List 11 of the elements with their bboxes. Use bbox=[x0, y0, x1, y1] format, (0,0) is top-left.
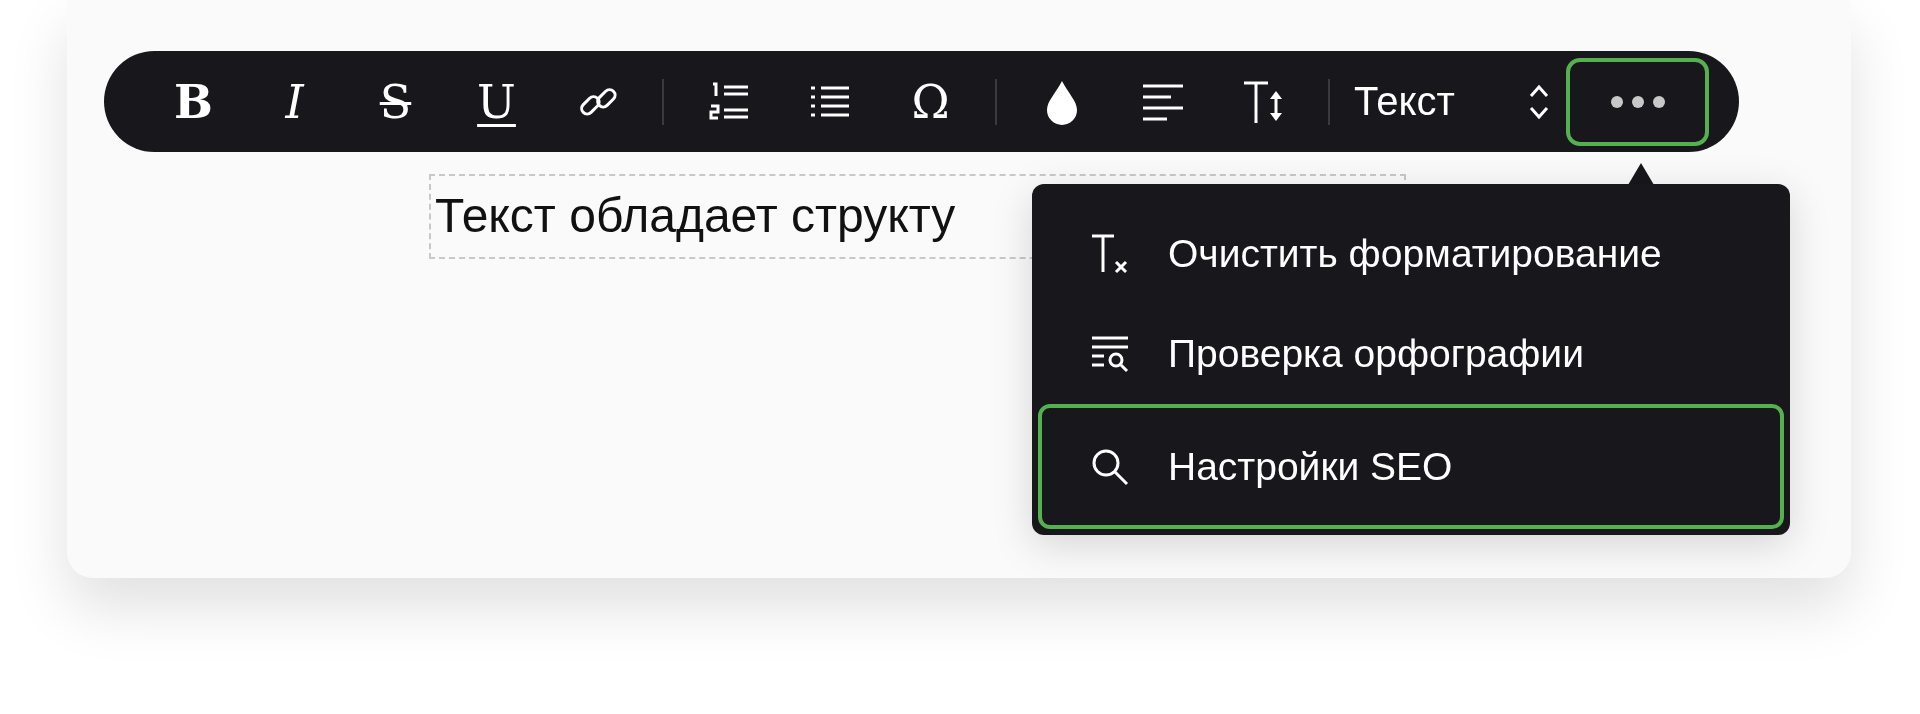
more-button[interactable] bbox=[1566, 57, 1709, 146]
bold-button[interactable]: B bbox=[143, 61, 244, 142]
more-icon bbox=[1609, 94, 1666, 109]
symbol-button[interactable]: Ω bbox=[880, 61, 981, 142]
menu-item[interactable]: Настройки SEO bbox=[1038, 404, 1784, 529]
menu-item[interactable]: Проверка орфографии bbox=[1038, 304, 1784, 405]
strike-button[interactable]: S bbox=[345, 61, 446, 142]
spell-check-icon bbox=[1090, 334, 1130, 375]
italic-button[interactable]: I bbox=[244, 61, 345, 142]
text-style-select[interactable]: Текст bbox=[1344, 61, 1562, 142]
underline-button[interactable]: U bbox=[446, 61, 547, 142]
